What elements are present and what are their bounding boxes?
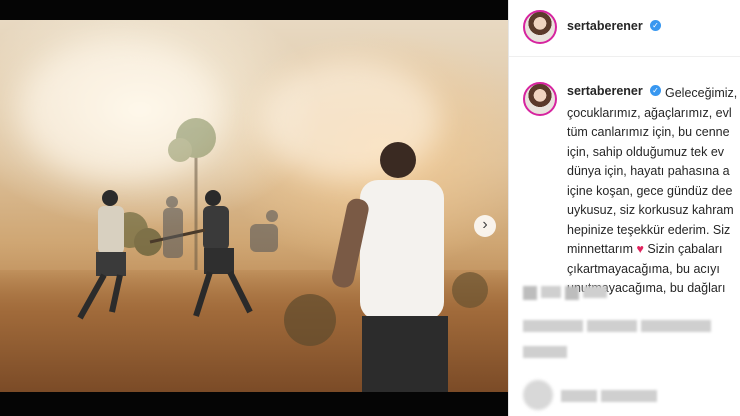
blurred-comment bbox=[523, 286, 607, 300]
caption-line: için, sahip olduğumuz tek ev bbox=[567, 144, 725, 159]
header-username[interactable]: sertaberener bbox=[567, 19, 643, 33]
caption-line-text: minnettarım bbox=[567, 242, 633, 256]
caption-line: içine koşan, gece gündüz dee bbox=[567, 183, 733, 198]
avatar[interactable] bbox=[523, 10, 557, 44]
photo-scene bbox=[77, 118, 488, 392]
heart-icon: ♥ bbox=[636, 242, 644, 256]
carousel-next-button[interactable]: › bbox=[474, 215, 496, 237]
blurred-avatar bbox=[523, 380, 553, 410]
bottom-black-bar bbox=[0, 392, 508, 416]
avatar[interactable] bbox=[523, 82, 557, 116]
blurred-comment bbox=[523, 346, 567, 358]
blurred-comment bbox=[561, 390, 657, 402]
caption-line-text: Sizin çabaları bbox=[647, 242, 723, 256]
caption-line: uykusuz, siz korkusuz kahram bbox=[567, 203, 734, 217]
top-black-bar bbox=[0, 0, 508, 20]
verified-badge-icon: ✓ bbox=[650, 20, 661, 31]
person-running bbox=[77, 190, 126, 320]
caption-line: çıkartmayacağıma, bu acıyı bbox=[567, 261, 720, 276]
caption-text: Geleceğimiz, çocuklarımız, ağaçlarımız, … bbox=[567, 84, 740, 299]
post-header: sertaberener ✓ bbox=[509, 0, 740, 57]
post-photo: › bbox=[0, 20, 508, 392]
caption-line: minnettarım ♥ Sizin çabaları bbox=[567, 240, 740, 260]
caption-line: hepinize teşekkür ederim. Siz bbox=[567, 222, 731, 237]
post-side-panel: sertaberener ✓ sertaberener ✓ Geleceğimi… bbox=[508, 0, 740, 416]
caption-line: dünya için, hayatı pahasına a bbox=[567, 164, 730, 178]
caption-line: tüm canlarımız için, bu cenne bbox=[567, 125, 730, 139]
caption-line: Geleceğimiz, bbox=[665, 86, 738, 100]
caption-line: çocuklarımız, ağaçlarımız, evl bbox=[567, 105, 732, 120]
person-foreground bbox=[332, 142, 448, 392]
blurred-comment bbox=[523, 320, 711, 332]
